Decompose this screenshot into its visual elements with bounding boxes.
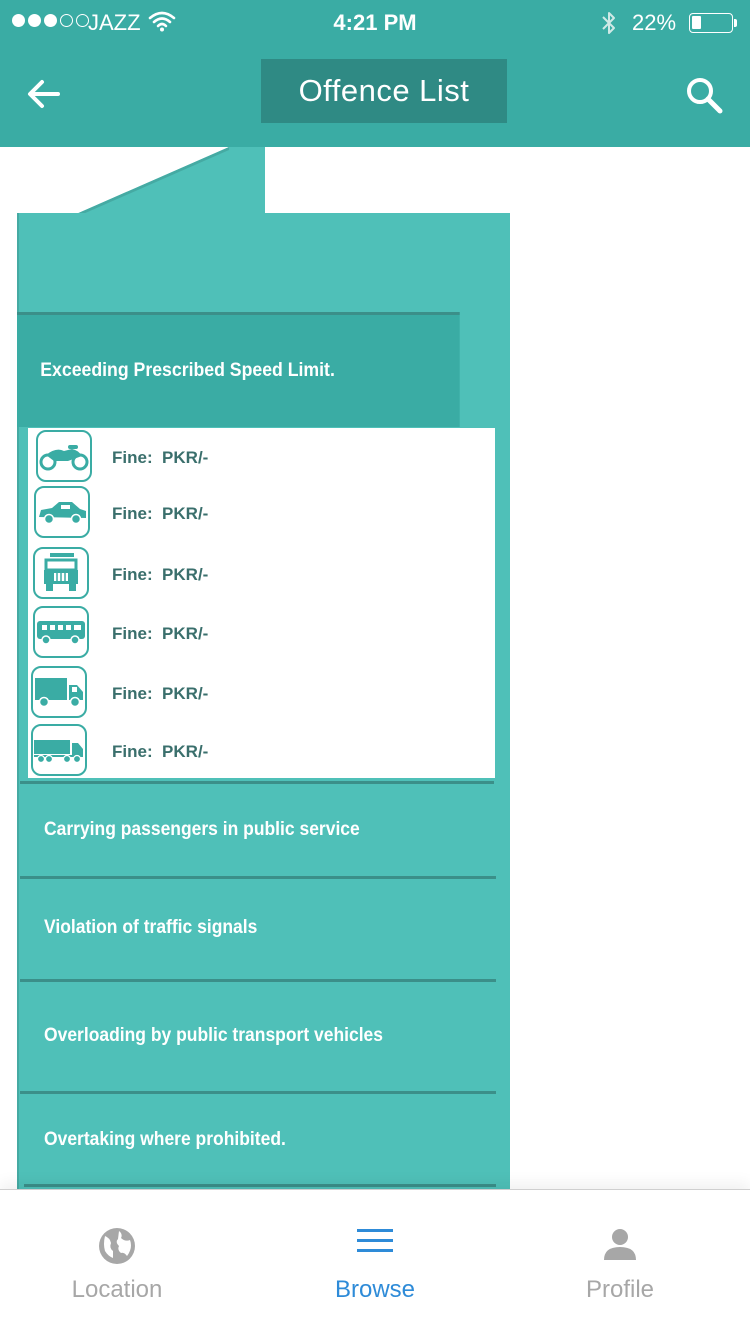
fine-text: Fine: PKR/- <box>112 565 209 584</box>
truck-icon <box>31 666 87 718</box>
tab-location[interactable]: Location <box>0 1190 242 1335</box>
page-title: Offence List <box>261 59 507 123</box>
fine-row-bus: Fine: PKR/- <box>28 606 495 662</box>
offence-item-expanded[interactable]: Exceeding Prescribed Speed Limit. <box>17 312 460 427</box>
battery-percentage: 22% <box>632 10 677 35</box>
offence-item[interactable]: Violation of traffic signals <box>20 879 496 977</box>
status-bar: JAZZ 4:21 PM 22% <box>0 0 750 46</box>
tab-browse[interactable]: Browse <box>250 1190 500 1335</box>
divider <box>24 1184 496 1187</box>
fine-text: Fine: PKR/- <box>112 684 209 703</box>
fine-list: Fine: PKR/- Fine: PKR/- Fine: PKR/- Fine… <box>28 428 495 778</box>
offence-title: Overtaking where prohibited. <box>44 1129 286 1150</box>
search-icon[interactable] <box>683 74 725 116</box>
bluetooth-icon <box>602 12 615 34</box>
motorcycle-icon <box>36 430 92 482</box>
offence-item[interactable]: Overloading by public transport vehicles <box>20 982 496 1090</box>
offence-item[interactable]: Overtaking where prohibited. <box>20 1094 496 1186</box>
tab-bar: Location Browse Profile <box>0 1189 750 1335</box>
offence-title: Exceeding Prescribed Speed Limit. <box>40 360 335 381</box>
fine-row-motorcycle: Fine: PKR/- <box>28 430 495 486</box>
person-icon <box>604 1229 636 1260</box>
fine-row-jeep: Fine: PKR/- <box>28 547 495 603</box>
list-icon <box>357 1229 393 1252</box>
top-bar: JAZZ 4:21 PM 22% Offence List <box>0 0 750 147</box>
fine-text: Fine: PKR/- <box>112 742 209 761</box>
fine-row-car: Fine: PKR/- <box>28 486 495 542</box>
offence-item[interactable]: Carrying passengers in public service <box>20 784 496 876</box>
battery-icon <box>689 13 737 33</box>
jeep-icon <box>33 547 89 599</box>
tab-label: Browse <box>334 1276 416 1303</box>
fine-text: Fine: PKR/- <box>112 448 209 467</box>
bus-icon <box>33 606 89 658</box>
offence-title: Overloading by public transport vehicles <box>44 1025 384 1046</box>
fine-text: Fine: PKR/- <box>112 504 209 523</box>
tab-profile[interactable]: Profile <box>495 1190 745 1335</box>
fine-text: Fine: PKR/- <box>112 624 209 643</box>
globe-icon <box>99 1228 135 1264</box>
tab-label: Profile <box>585 1276 655 1303</box>
offence-title: Carrying passengers in public service <box>44 819 360 840</box>
trailer-icon <box>31 724 87 776</box>
fine-row-trailer: Fine: PKR/- <box>28 724 495 780</box>
tab-label: Location <box>71 1276 163 1303</box>
fine-row-truck: Fine: PKR/- <box>28 666 495 722</box>
car-icon <box>34 486 90 538</box>
offence-title: Violation of traffic signals <box>44 917 258 938</box>
back-arrow-icon[interactable] <box>22 72 66 116</box>
